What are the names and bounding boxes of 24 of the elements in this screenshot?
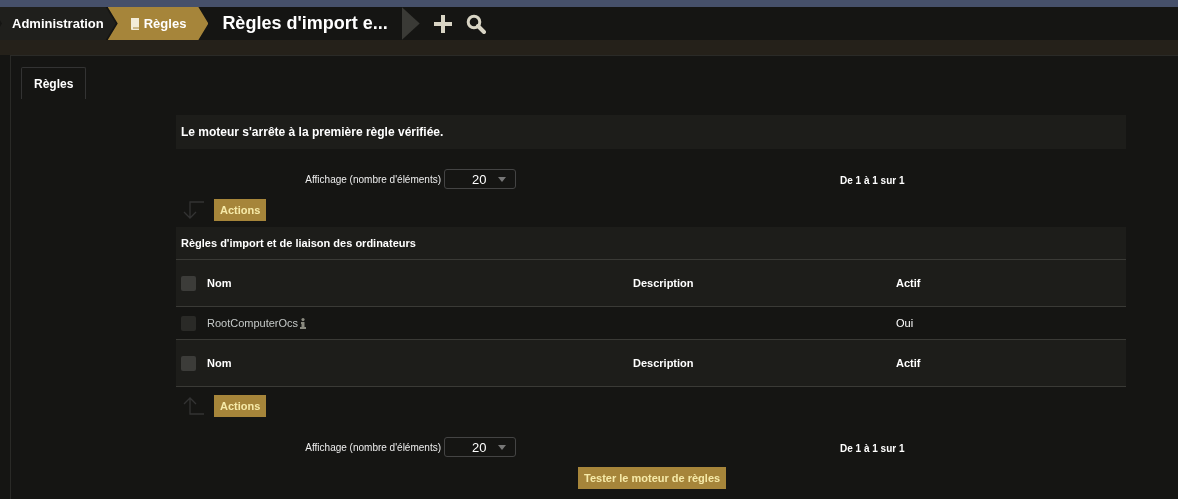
column-header[interactable]: Description	[633, 277, 896, 289]
page-size-label: Affichage (nombre d'éléments)	[304, 441, 442, 453]
column-header[interactable]: Nom	[207, 277, 633, 289]
search-icon[interactable]	[465, 13, 486, 34]
select-all-checkbox[interactable]	[181, 355, 196, 371]
rule-name-link[interactable]: RootComputerOcs	[207, 317, 299, 329]
breadcrumb-item[interactable]: Administration	[0, 7, 116, 40]
pagination-range: De 1 à 1 sur 1	[839, 443, 905, 454]
page-size-label: Affichage (nombre d'éléments)	[304, 173, 442, 185]
page-size-select[interactable]: 20	[444, 169, 516, 189]
page-size-select[interactable]: 20	[444, 437, 516, 457]
tab[interactable]: Règles	[21, 67, 87, 99]
book-icon	[129, 17, 140, 30]
add-icon[interactable]	[433, 14, 452, 33]
table-caption: Règles d'import et de liaison des ordinateurs	[176, 227, 1126, 260]
table-cell: Oui	[896, 317, 914, 329]
column-header[interactable]: Actif	[896, 357, 1126, 369]
notice-banner: Le moteur s'arrête à la première règle vérifiée.	[176, 115, 1126, 149]
column-header[interactable]: Nom	[207, 357, 633, 369]
pagination-range: De 1 à 1 sur 1	[839, 175, 905, 186]
info-icon[interactable]	[300, 317, 307, 329]
column-header[interactable]: Description	[633, 357, 896, 369]
select-all-checkbox[interactable]	[181, 275, 196, 291]
column-header[interactable]: Actif	[896, 277, 1126, 289]
